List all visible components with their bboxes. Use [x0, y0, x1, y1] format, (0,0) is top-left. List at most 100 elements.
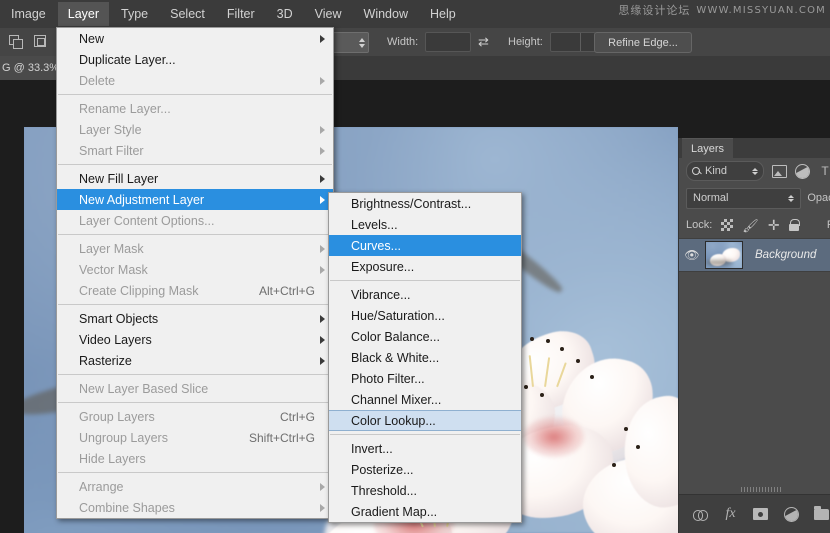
- adjustment-layer-filter-icon[interactable]: [794, 163, 810, 179]
- menu-item-layer-style[interactable]: Layer Style: [57, 119, 333, 140]
- menu-item-arrange[interactable]: Arrange: [57, 476, 333, 497]
- submenu-item-exposure[interactable]: Exposure...: [329, 256, 521, 277]
- submenu-item-color-balance[interactable]: Color Balance...: [329, 326, 521, 347]
- menu-item-duplicate-layer[interactable]: Duplicate Layer...: [57, 49, 333, 70]
- type-layer-filter-icon[interactable]: T: [817, 163, 830, 179]
- menu-separator: [58, 234, 332, 235]
- add-layer-mask-icon[interactable]: [752, 505, 770, 523]
- submenu-item-invert[interactable]: Invert...: [329, 438, 521, 459]
- layer-name[interactable]: Background: [755, 249, 816, 261]
- menu-item-new[interactable]: New: [57, 28, 333, 49]
- panel-resize-grip[interactable]: [741, 487, 781, 492]
- menu-image[interactable]: Image: [1, 2, 56, 26]
- menu-item-layer-mask[interactable]: Layer Mask: [57, 238, 333, 259]
- menu-item-new-fill-layer[interactable]: New Fill Layer: [57, 168, 333, 189]
- submenu-item-vibrance[interactable]: Vibrance...: [329, 284, 521, 305]
- menu-item-video-layers[interactable]: Video Layers: [57, 329, 333, 350]
- add-to-selection-icon[interactable]: [31, 32, 50, 51]
- style-stepper[interactable]: [332, 32, 369, 53]
- refine-edge-button[interactable]: Refine Edge...: [594, 32, 692, 53]
- menu-item-create-clipping-mask[interactable]: Create Clipping Mask Alt+Ctrl+G: [57, 280, 333, 301]
- swap-dimensions-icon[interactable]: ⇄: [478, 35, 489, 48]
- menu-item-smart-objects[interactable]: Smart Objects: [57, 308, 333, 329]
- tab-layers[interactable]: Layers: [682, 138, 734, 159]
- blend-mode-select[interactable]: Normal: [686, 187, 802, 209]
- menu-item-delete[interactable]: Delete: [57, 70, 333, 91]
- menu-item-label: New Layer Based Slice: [79, 381, 209, 396]
- menu-select[interactable]: Select: [160, 2, 215, 26]
- eye-icon[interactable]: 👁: [679, 248, 705, 262]
- menu-item-label: Rename Layer...: [79, 101, 171, 116]
- link-layers-icon[interactable]: [691, 505, 709, 523]
- menu-item-vector-mask[interactable]: Vector Mask: [57, 259, 333, 280]
- submenu-arrow-icon: [320, 503, 325, 512]
- menu-separator: [330, 434, 520, 435]
- menu-item-ungroup-layers[interactable]: Ungroup Layers Shift+Ctrl+G: [57, 427, 333, 448]
- menu-3d[interactable]: 3D: [267, 2, 303, 26]
- menu-layer[interactable]: Layer: [57, 2, 110, 26]
- menu-item-label: Layer Mask: [79, 241, 144, 256]
- table-row[interactable]: 👁 Background: [679, 238, 830, 272]
- submenu-item-channel-mixer[interactable]: Channel Mixer...: [329, 389, 521, 410]
- submenu-arrow-icon: [320, 174, 325, 183]
- menu-item-shortcut: Alt+Ctrl+G: [258, 283, 315, 298]
- submenu-item-photo-filter[interactable]: Photo Filter...: [329, 368, 521, 389]
- menu-bar: Image Layer Type Select Filter 3D View W…: [0, 0, 830, 29]
- menu-item-rename-layer[interactable]: Rename Layer...: [57, 98, 333, 119]
- menu-item-label: Duplicate Layer...: [79, 52, 176, 67]
- submenu-item-color-lookup[interactable]: Color Lookup...: [329, 410, 521, 431]
- menu-view[interactable]: View: [305, 2, 352, 26]
- submenu-item-curves[interactable]: Curves...: [329, 235, 521, 256]
- layer-kind-filter[interactable]: Kind: [686, 161, 764, 181]
- submenu-item-threshold[interactable]: Threshold...: [329, 480, 521, 501]
- lock-transparency-icon[interactable]: [721, 219, 734, 231]
- menu-window[interactable]: Window: [354, 2, 418, 26]
- menu-item-hide-layers[interactable]: Hide Layers: [57, 448, 333, 469]
- menu-item-label: Photo Filter...: [351, 371, 425, 386]
- document-tab[interactable]: G @ 33.3%: [0, 56, 63, 80]
- new-selection-icon[interactable]: [6, 32, 25, 51]
- pixel-layer-filter-icon[interactable]: [771, 163, 787, 179]
- width-input[interactable]: [425, 32, 471, 52]
- height-input[interactable]: [550, 32, 596, 52]
- menu-type[interactable]: Type: [111, 2, 158, 26]
- submenu-item-brightness-contrast[interactable]: Brightness/Contrast...: [329, 193, 521, 214]
- submenu-item-posterize[interactable]: Posterize...: [329, 459, 521, 480]
- menu-item-label: Smart Filter: [79, 143, 144, 158]
- menu-filter[interactable]: Filter: [217, 2, 265, 26]
- menu-item-smart-filter[interactable]: Smart Filter: [57, 140, 333, 161]
- lock-all-icon[interactable]: [788, 219, 800, 231]
- submenu-item-gradient-map[interactable]: Gradient Map...: [329, 501, 521, 522]
- menu-item-label: Invert...: [351, 441, 393, 456]
- menu-item-layer-content-options[interactable]: Layer Content Options...: [57, 210, 333, 231]
- lock-row: Lock: 🖌 ✛ Fi: [679, 212, 830, 238]
- submenu-item-hue-saturation[interactable]: Hue/Saturation...: [329, 305, 521, 326]
- stepper-arrows-icon: [359, 37, 365, 48]
- menu-item-label: Color Lookup...: [351, 413, 436, 428]
- submenu-arrow-icon: [320, 482, 325, 491]
- lock-position-icon[interactable]: ✛: [768, 218, 780, 232]
- layer-style-fx-icon[interactable]: fx: [722, 505, 740, 523]
- menu-item-label: Group Layers: [79, 409, 155, 424]
- layer-thumbnail[interactable]: [705, 241, 743, 269]
- menu-item-label: Levels...: [351, 217, 398, 232]
- menu-item-label: Threshold...: [351, 483, 418, 498]
- new-adjustment-layer-icon[interactable]: [782, 505, 800, 523]
- menu-item-group-layers[interactable]: Group Layers Ctrl+G: [57, 406, 333, 427]
- menu-item-combine-shapes[interactable]: Combine Shapes: [57, 497, 333, 518]
- menu-separator: [58, 304, 332, 305]
- menu-item-rasterize[interactable]: Rasterize: [57, 350, 333, 371]
- menu-item-shortcut: Shift+Ctrl+G: [248, 430, 315, 445]
- layer-filter-row: Kind T: [679, 158, 830, 184]
- lock-pixels-icon[interactable]: 🖌: [742, 219, 759, 232]
- menu-item-new-layer-based-slice[interactable]: New Layer Based Slice: [57, 378, 333, 399]
- menu-item-label: Brightness/Contrast...: [351, 196, 472, 211]
- menu-item-new-adjustment-layer[interactable]: New Adjustment Layer: [57, 189, 333, 210]
- new-group-icon[interactable]: [813, 505, 830, 523]
- menu-item-label: Vector Mask: [79, 262, 148, 277]
- menu-help[interactable]: Help: [420, 2, 466, 26]
- options-divider: [580, 33, 581, 51]
- submenu-item-levels[interactable]: Levels...: [329, 214, 521, 235]
- menu-item-label: Exposure...: [351, 259, 415, 274]
- submenu-item-black-and-white[interactable]: Black & White...: [329, 347, 521, 368]
